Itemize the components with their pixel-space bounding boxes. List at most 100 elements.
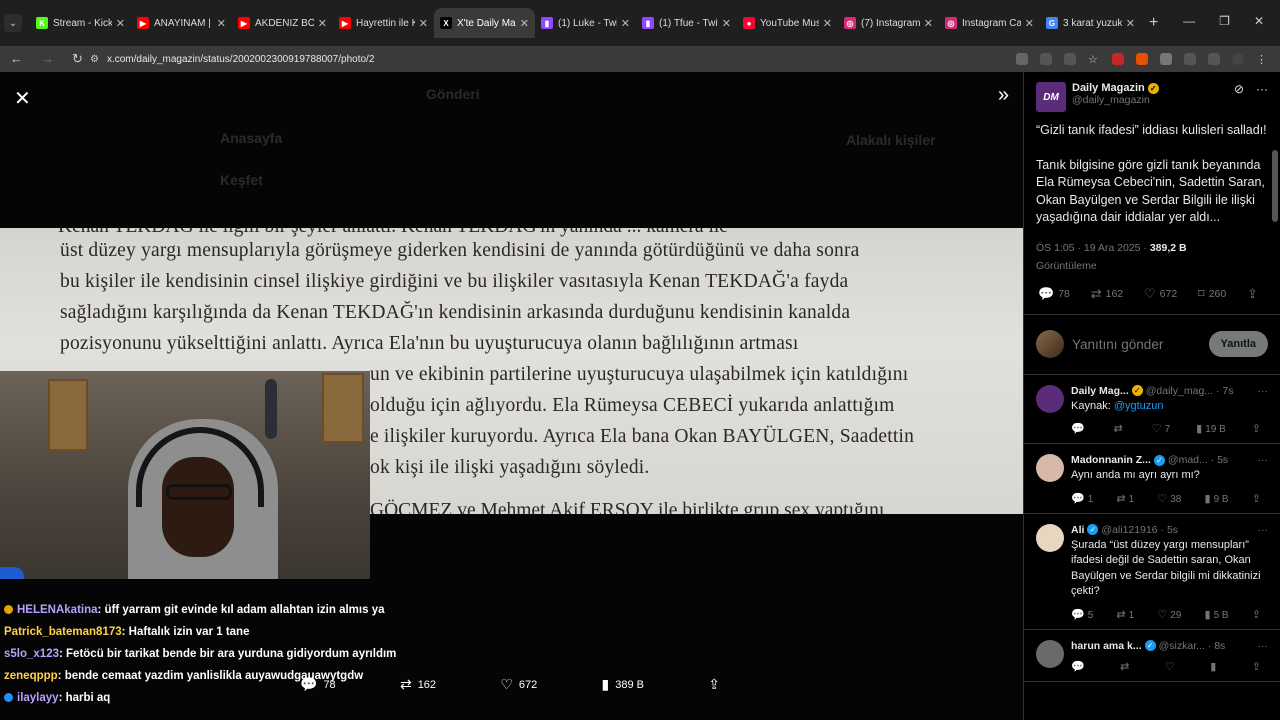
reply-action-button[interactable]: 💬 5 <box>1071 608 1093 621</box>
reply-action-button[interactable]: ▮ 5 B <box>1205 608 1229 621</box>
chat-username[interactable]: zeneqppp <box>4 670 58 682</box>
profile-avatar[interactable] <box>1232 53 1244 65</box>
reply-action-button[interactable]: ⇄ <box>1114 422 1126 435</box>
more-options-icon[interactable]: ··· <box>1256 82 1268 96</box>
site-info-icon[interactable]: ⚙ <box>90 54 99 65</box>
browser-tab[interactable]: ◎ (7) Instagram - ✕ <box>838 8 939 38</box>
collapse-sidebar-icon[interactable]: » <box>998 84 1009 107</box>
tab-close-icon[interactable]: ✕ <box>621 17 630 30</box>
author-avatar[interactable]: DM <box>1036 82 1066 112</box>
browser-tab[interactable]: K Stream - Kick D ✕ <box>30 8 131 38</box>
tab-search-icon[interactable]: ⌄ <box>4 14 22 32</box>
minimize-icon[interactable]: — <box>1183 14 1195 28</box>
author-handle[interactable]: @daily_magazin <box>1072 94 1234 106</box>
browser-tab[interactable]: ▮ (1) Tfue - Twitc ✕ <box>636 8 737 38</box>
chat-username[interactable]: ilaylayy <box>17 692 59 704</box>
reply-author-name[interactable]: Madonnanin Z... <box>1071 454 1151 466</box>
tab-close-icon[interactable]: ✕ <box>823 17 832 30</box>
reply-avatar[interactable] <box>1036 639 1064 668</box>
forward-icon[interactable]: → <box>41 51 54 67</box>
reply-action-button[interactable]: 💬 <box>1071 660 1088 673</box>
reply-submit-button[interactable]: Yanıtla <box>1208 331 1268 357</box>
tweet-timestamp[interactable]: ÖS 1:05 · 19 Ara 2025 · <box>1036 242 1150 254</box>
tab-close-icon[interactable]: ✕ <box>722 17 731 30</box>
mention-link[interactable]: @ygtuzun <box>1114 400 1164 412</box>
extension-red-icon[interactable] <box>1112 53 1124 65</box>
reload-icon[interactable]: ↻ <box>72 51 83 67</box>
browser-tab[interactable]: ◎ Instagram Call ✕ <box>939 8 1040 38</box>
reply-author-name[interactable]: Ali <box>1071 524 1084 536</box>
reply-button[interactable]: 💬 78 <box>1038 286 1070 302</box>
url-field[interactable]: x.com/daily_magazin/status/2002002300919… <box>107 54 1016 65</box>
reply-action-button[interactable]: ♡ 7 <box>1152 422 1170 435</box>
author-name[interactable]: Daily Magazin ✓ <box>1072 82 1234 94</box>
reply-action-button[interactable]: ⇄ 1 <box>1116 608 1134 621</box>
tab-close-icon[interactable]: ✕ <box>116 17 125 30</box>
repost-button[interactable]: ⇄ 162 <box>1091 286 1123 302</box>
reply-action-button[interactable]: ▮ 9 B <box>1205 492 1229 505</box>
zoom-icon[interactable] <box>1040 53 1052 65</box>
reply-action-button[interactable]: 💬 <box>1071 422 1088 435</box>
reply-handle[interactable]: @daily_mag... · 7s <box>1146 385 1255 397</box>
browser-tab[interactable]: ● YouTube Music ✕ <box>737 8 838 38</box>
close-viewer-icon[interactable]: ✕ <box>14 86 31 111</box>
tab-close-icon[interactable]: ✕ <box>217 17 226 30</box>
browser-tab[interactable]: G 3 karat yuzuk d ✕ <box>1040 8 1141 38</box>
reply-action-button[interactable]: ⇄ <box>1120 660 1132 673</box>
browser-tab[interactable]: ▶ AKDENİZ BÖLÜ ✕ <box>232 8 333 38</box>
close-window-icon[interactable]: ✕ <box>1254 14 1264 28</box>
browser-tab[interactable]: ▶ Hayrettin ile Ka ✕ <box>333 8 434 38</box>
reply-share-button[interactable]: ⇪ <box>1252 660 1264 673</box>
chat-username[interactable]: HELENAkatina <box>17 604 98 616</box>
more-options-icon[interactable]: ··· <box>1258 640 1269 652</box>
reply-avatar[interactable] <box>1036 523 1064 552</box>
viewer-share-button[interactable]: ⇪ <box>708 676 720 693</box>
more-options-icon[interactable]: ··· <box>1258 454 1269 466</box>
menu-icon[interactable]: ⋮ <box>1256 53 1268 66</box>
more-options-icon[interactable]: ··· <box>1258 524 1269 536</box>
bookmark-button[interactable]: ⌑ 260 <box>1198 286 1226 302</box>
like-button[interactable]: ♡ 672 <box>1144 286 1177 302</box>
browser-tab[interactable]: ▶ ANAYINAM | M ✕ <box>131 8 232 38</box>
grok-icon[interactable]: ⊘ <box>1234 82 1244 96</box>
more-options-icon[interactable]: ··· <box>1258 385 1269 397</box>
tab-close-icon[interactable]: ✕ <box>1025 17 1034 30</box>
reply-action-button[interactable]: 💬 1 <box>1071 492 1093 505</box>
reply-share-button[interactable]: ⇪ <box>1252 422 1264 435</box>
tab-close-icon[interactable]: ✕ <box>924 17 933 30</box>
reply-share-button[interactable]: ⇪ <box>1252 492 1264 505</box>
reply-avatar[interactable] <box>1036 384 1064 413</box>
reply-handle[interactable]: @mad... · 5s <box>1168 454 1255 466</box>
sidebar-scrollbar[interactable] <box>1272 150 1278 222</box>
reply-handle[interactable]: @sizkar... · 8s <box>1159 640 1255 652</box>
viewer-views-button[interactable]: ▮ 389 B <box>602 676 644 693</box>
reply-author-name[interactable]: Daily Mag... <box>1071 385 1129 397</box>
new-tab-icon[interactable]: + <box>1149 14 1158 32</box>
translate-icon[interactable] <box>1016 53 1028 65</box>
reply-item[interactable]: Daily Mag... ✓ @daily_mag... · 7s ··· Kaynak… <box>1024 375 1280 444</box>
reply-item[interactable]: harun ama k... ✓ @sizkar... · 8s ··· 💬 ⇄ ♡ ▮ ⇪ <box>1024 630 1280 682</box>
reply-action-button[interactable]: ♡ 29 <box>1157 608 1181 621</box>
media-icon[interactable] <box>1208 53 1220 65</box>
reply-item[interactable]: Ali ✓ @ali121916 · 5s ··· Şurada “üst düzey … <box>1024 514 1280 630</box>
reply-action-button[interactable]: ♡ <box>1165 660 1178 673</box>
reply-input[interactable]: Yanıtını gönder <box>1072 337 1209 352</box>
extension-gray-icon[interactable] <box>1160 53 1172 65</box>
reply-action-button[interactable]: ▮ 19 B <box>1196 422 1226 435</box>
viewer-like-button[interactable]: ♡ 672 <box>500 676 537 693</box>
reply-item[interactable]: Madonnanin Z... ✓ @mad... · 5s ··· Aynı anda… <box>1024 444 1280 514</box>
extension-orange-icon[interactable] <box>1136 53 1148 65</box>
browser-tab[interactable]: X X'te Daily Mag ✕ <box>434 8 535 38</box>
browser-tab[interactable]: ▮ (1) Luke - Twitc ✕ <box>535 8 636 38</box>
tab-close-icon[interactable]: ✕ <box>318 17 327 30</box>
install-icon[interactable] <box>1064 53 1076 65</box>
restore-icon[interactable]: ❐ <box>1219 14 1230 28</box>
chat-username[interactable]: s5lo_x123 <box>4 648 59 660</box>
bookmark-star-icon[interactable]: ☆ <box>1088 53 1100 66</box>
puzzle-icon[interactable] <box>1184 53 1196 65</box>
reply-avatar[interactable] <box>1036 454 1064 482</box>
tab-close-icon[interactable]: ✕ <box>520 17 529 30</box>
reply-action-button[interactable]: ▮ <box>1210 660 1219 673</box>
reply-action-button[interactable]: ♡ 38 <box>1157 492 1181 505</box>
reply-action-button[interactable]: ⇄ 1 <box>1116 492 1134 505</box>
